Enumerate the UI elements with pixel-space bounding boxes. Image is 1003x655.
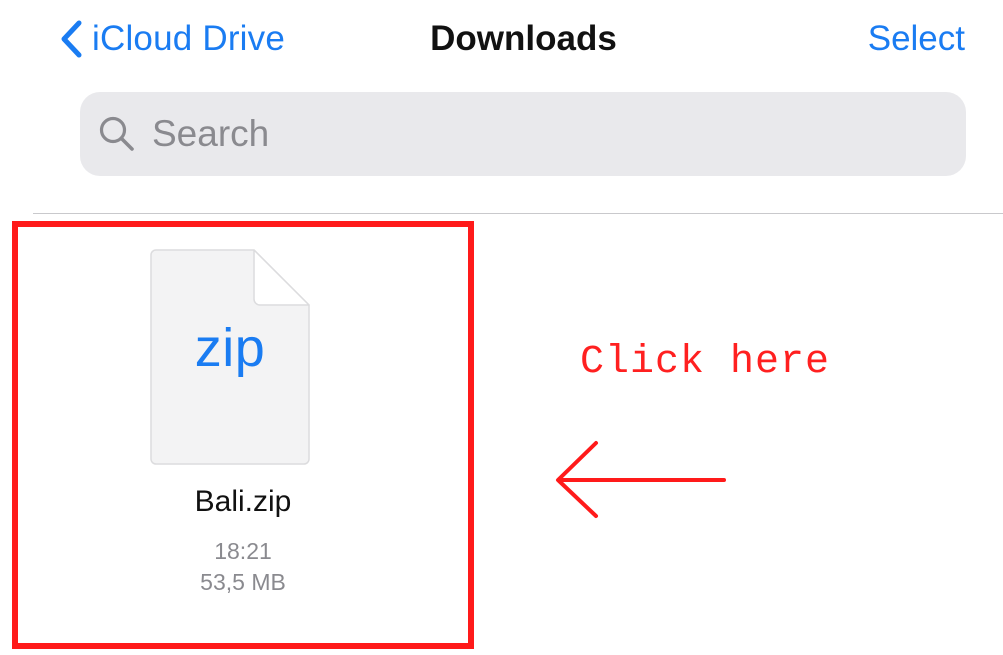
zip-file-icon: zip [150, 249, 310, 465]
file-size: 53,5 MB [200, 569, 286, 595]
annotation-text: Click here [580, 340, 831, 385]
file-item-bali-zip[interactable]: zip Bali.zip 18:21 53,5 MB [12, 221, 474, 649]
file-type-label: zip [194, 318, 266, 378]
search-input[interactable] [150, 103, 934, 165]
divider [33, 213, 1003, 214]
chevron-left-icon [60, 20, 82, 58]
page-title: Downloads [430, 19, 617, 58]
search-bar[interactable] [80, 92, 966, 176]
file-name: Bali.zip [194, 485, 292, 518]
select-button[interactable]: Select [868, 14, 965, 64]
back-button[interactable]: iCloud Drive [60, 14, 285, 64]
back-button-label: iCloud Drive [92, 19, 286, 58]
files-app-screen: iCloud Drive Downloads Select zip Bali.z… [0, 0, 1003, 655]
arrow-left-icon [552, 440, 728, 520]
file-time: 18:21 [214, 538, 272, 564]
search-icon [98, 115, 136, 153]
